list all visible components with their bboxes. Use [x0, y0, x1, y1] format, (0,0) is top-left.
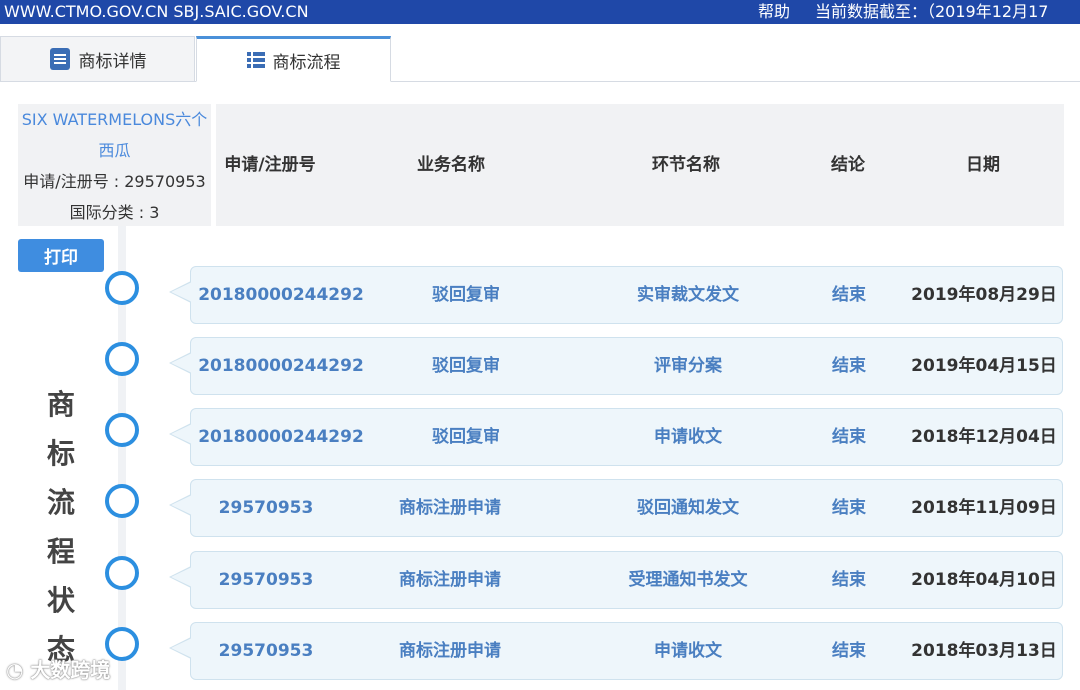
- business-name[interactable]: 驳回复审: [432, 267, 500, 323]
- table-row: 29570953 商标注册申请 受理通知书发文 结束 2018年04月10日: [169, 551, 1063, 609]
- result[interactable]: 结束: [832, 409, 866, 465]
- tab-divider: [0, 81, 1080, 82]
- stage-name[interactable]: 申请收文: [654, 409, 722, 465]
- table-row: 20180000244292 驳回复审 实审裁文发文 结束 2019年08月29…: [169, 266, 1063, 324]
- watermark: ◔ 大数跨境: [6, 654, 110, 683]
- application-number[interactable]: 20180000244292: [198, 338, 364, 394]
- table-row: 29570953 商标注册申请 申请收文 结束 2018年03月13日: [169, 622, 1063, 680]
- international-class: 国际分类 : 3: [69, 203, 160, 222]
- application-number[interactable]: 29570953: [219, 552, 314, 608]
- tab-label: 商标流程: [272, 52, 341, 73]
- column-header: 申请/注册号: [224, 155, 316, 175]
- date: 2019年04月15日: [911, 356, 1057, 376]
- list-icon: [246, 51, 265, 69]
- date: 2018年11月09日: [911, 498, 1057, 518]
- top-bar: WWW.CTMO.GOV.CN SBJ.SAIC.GOV.CN 帮助 当前数据截…: [0, 0, 1080, 24]
- stage-name[interactable]: 驳回通知发文: [637, 480, 739, 536]
- data-as-of: 当前数据截至：（2019年12月17: [815, 2, 1049, 21]
- result[interactable]: 结束: [832, 623, 866, 679]
- result[interactable]: 结束: [832, 480, 866, 536]
- trademark-name: SIX WATERMELONS六个西瓜: [21, 110, 208, 160]
- timeline-node: [105, 484, 139, 518]
- business-name[interactable]: 驳回复审: [432, 338, 500, 394]
- timeline-node: [105, 413, 139, 447]
- table-row: 29570953 商标注册申请 驳回通知发文 结束 2018年11月09日: [169, 479, 1063, 537]
- site-address: WWW.CTMO.GOV.CN SBJ.SAIC.GOV.CN: [4, 2, 309, 21]
- column-header: 日期: [966, 155, 1000, 175]
- timeline-title: 商标流程状态: [46, 388, 75, 666]
- table-row: 20180000244292 驳回复审 评审分案 结束 2019年04月15日: [169, 337, 1063, 395]
- timeline-node: [105, 342, 139, 376]
- tab-label: 商标详情: [78, 51, 147, 72]
- trademark-info: SIX WATERMELONS六个西瓜 申请/注册号 : 29570953 国际…: [18, 104, 211, 226]
- date: 2018年04月10日: [911, 570, 1057, 590]
- stage-name[interactable]: 申请收文: [654, 623, 722, 679]
- result[interactable]: 结束: [832, 552, 866, 608]
- stage-name[interactable]: 实审裁文发文: [637, 267, 739, 323]
- tab-trademark-process[interactable]: 商标流程: [196, 36, 391, 82]
- watermark-text: 大数跨境: [30, 658, 111, 682]
- column-header: 结论: [831, 155, 865, 175]
- stage-name[interactable]: 受理通知书发文: [629, 552, 748, 608]
- application-number[interactable]: 29570953: [219, 480, 314, 536]
- document-icon: [49, 47, 71, 71]
- timeline-node: [105, 271, 139, 305]
- date: 2018年03月13日: [911, 641, 1057, 661]
- table-row: 20180000244292 驳回复审 申请收文 结束 2018年12月04日: [169, 408, 1063, 466]
- registration-number: 申请/注册号 : 29570953: [23, 172, 206, 191]
- application-number[interactable]: 20180000244292: [198, 267, 364, 323]
- result[interactable]: 结束: [832, 267, 866, 323]
- column-header: 业务名称: [417, 155, 485, 175]
- application-number[interactable]: 29570953: [219, 623, 314, 679]
- business-name[interactable]: 商标注册申请: [399, 623, 501, 679]
- date: 2018年12月04日: [911, 427, 1057, 447]
- business-name[interactable]: 驳回复审: [432, 409, 500, 465]
- result[interactable]: 结束: [832, 338, 866, 394]
- date: 2019年08月29日: [911, 285, 1057, 305]
- print-button[interactable]: 打印: [18, 239, 104, 272]
- tab-bar: 商标详情 商标流程: [0, 36, 1080, 82]
- stage-name[interactable]: 评审分案: [654, 338, 722, 394]
- tab-trademark-details[interactable]: 商标详情: [0, 36, 195, 81]
- column-header: 环节名称: [652, 155, 720, 175]
- watermark-logo-icon: ◔: [6, 658, 24, 682]
- table-header: 申请/注册号 业务名称 环节名称 结论 日期: [216, 104, 1064, 226]
- business-name[interactable]: 商标注册申请: [399, 480, 501, 536]
- application-number[interactable]: 20180000244292: [198, 409, 364, 465]
- business-name[interactable]: 商标注册申请: [399, 552, 501, 608]
- timeline-node: [105, 556, 139, 590]
- help-link[interactable]: 帮助: [758, 0, 790, 24]
